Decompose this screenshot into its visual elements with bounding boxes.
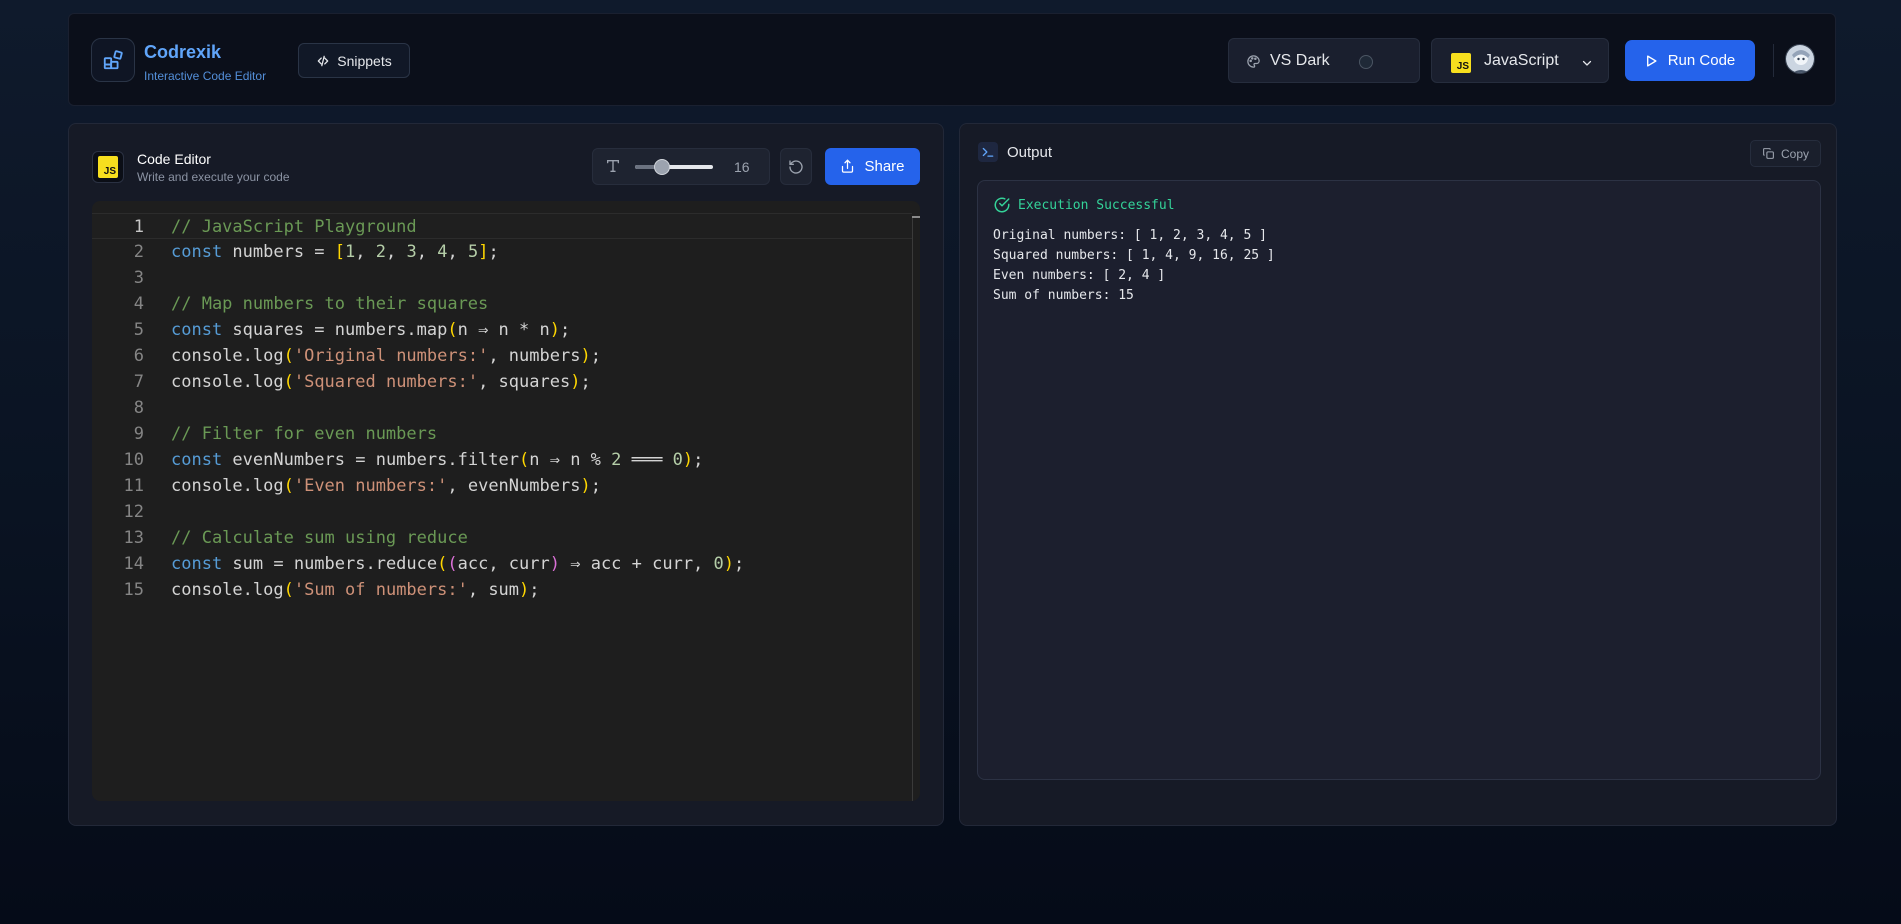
text-size-icon	[607, 160, 619, 172]
code-line[interactable]: 12	[92, 499, 912, 525]
code-editor[interactable]: 1 // JavaScript Playground 2 const numbers …	[92, 201, 920, 801]
line-number: 6	[133, 346, 144, 366]
terminal-icon	[982, 147, 994, 157]
code-line[interactable]: 1 // JavaScript Playground	[92, 213, 912, 239]
code-line[interactable]: 3	[92, 265, 912, 291]
code-line[interactable]: 10 const evenNumbers = numbers.filter(n ⇒…	[92, 447, 912, 473]
language-label: JavaScript	[1484, 52, 1559, 69]
line-number: 8	[133, 398, 144, 418]
avatar[interactable]	[1785, 44, 1815, 74]
line-number: 12	[123, 502, 144, 522]
code-line[interactable]: 13 // Calculate sum using reduce	[92, 525, 912, 551]
line-number: 2	[133, 242, 144, 262]
line-number: 9	[133, 424, 144, 444]
snippets-button[interactable]: Snippets	[298, 43, 410, 78]
reset-icon	[789, 159, 803, 174]
line-number: 4	[133, 294, 144, 314]
run-code-label: Run Code	[1667, 52, 1736, 69]
copy-icon	[1763, 148, 1774, 159]
font-size-slider[interactable]	[635, 159, 713, 175]
app-logo[interactable]	[91, 38, 135, 82]
code-line[interactable]: 2 const numbers = [1, 2, 3, 4, 5];	[92, 239, 912, 265]
reset-code-button[interactable]	[780, 148, 812, 185]
top-header: Codrexik Interactive Code Editor Snippet…	[68, 13, 1836, 106]
run-code-button[interactable]: Run Code	[1625, 40, 1755, 81]
terminal-icon-wrap	[978, 142, 998, 162]
line-number: 13	[123, 528, 144, 548]
play-icon	[1646, 54, 1657, 67]
grid-blocks-icon	[103, 50, 123, 70]
code-text: const numbers = [1, 2, 3, 4, 5];	[171, 242, 499, 262]
theme-select[interactable]: VS Dark	[1228, 38, 1420, 83]
line-number: 15	[123, 580, 144, 600]
code-line[interactable]: 6 console.log('Original numbers:', number…	[92, 343, 912, 369]
execution-status: Execution Successful	[993, 196, 1175, 214]
code-scrollbar-thumb[interactable]	[912, 216, 920, 218]
share-label: Share	[864, 158, 905, 175]
line-number: 11	[123, 476, 144, 496]
user-avatar-icon	[1786, 45, 1814, 73]
code-text: const squares = numbers.map(n ⇒ n * n);	[171, 320, 571, 340]
language-select[interactable]: JS JavaScript	[1431, 38, 1609, 83]
javascript-logo-icon: JS	[98, 156, 118, 178]
code-text: const sum = numbers.reduce((acc, curr) ⇒…	[171, 554, 745, 574]
line-number: 5	[133, 320, 144, 340]
output-line: Original numbers: [ 1, 2, 3, 4, 5 ]	[993, 228, 1267, 243]
javascript-logo-icon: JS	[1451, 53, 1471, 73]
code-line[interactable]: 15 console.log('Sum of numbers:', sum);	[92, 577, 912, 603]
share-button[interactable]: Share	[825, 148, 920, 185]
code-line[interactable]: 8	[92, 395, 912, 421]
code-line[interactable]: 4 // Map numbers to their squares	[92, 291, 912, 317]
code-editor-panel: JS Code Editor Write and execute your co…	[68, 123, 944, 826]
header-divider	[1773, 44, 1774, 77]
code-text: console.log('Squared numbers:', squares)…	[171, 372, 591, 392]
check-circle-icon	[994, 197, 1010, 213]
output-line: Squared numbers: [ 1, 4, 9, 16, 25 ]	[993, 248, 1275, 263]
code-icon	[317, 55, 329, 66]
code-line[interactable]: 5 const squares = numbers.map(n ⇒ n * n);	[92, 317, 912, 343]
line-number: 1	[133, 217, 144, 237]
line-number: 3	[133, 268, 144, 288]
output-line: Sum of numbers: 15	[993, 288, 1134, 303]
code-scrollbar[interactable]	[912, 216, 913, 801]
snippets-label: Snippets	[337, 52, 392, 69]
font-size-value: 16	[734, 159, 750, 175]
copy-output-button[interactable]: Copy	[1750, 140, 1821, 167]
editor-title: Code Editor	[137, 151, 211, 167]
output-console: Execution Successful Original numbers: […	[977, 180, 1821, 780]
code-line[interactable]: 14 const sum = numbers.reduce((acc, curr)…	[92, 551, 912, 577]
output-title: Output	[1007, 144, 1053, 161]
code-text: // Map numbers to their squares	[171, 294, 489, 314]
code-text: // Filter for even numbers	[171, 424, 438, 444]
code-text: // Calculate sum using reduce	[171, 528, 468, 548]
code-text: console.log('Even numbers:', evenNumbers…	[171, 476, 601, 496]
code-text: console.log('Sum of numbers:', sum);	[171, 580, 540, 600]
code-text: console.log('Original numbers:', numbers…	[171, 346, 601, 366]
theme-label: VS Dark	[1270, 52, 1330, 69]
palette-icon	[1247, 55, 1260, 68]
output-panel: Output Copy Execution Successful Origina…	[959, 123, 1837, 826]
code-line[interactable]: 9 // Filter for even numbers	[92, 421, 912, 447]
code-text: const evenNumbers = numbers.filter(n ⇒ n…	[171, 450, 704, 470]
code-line[interactable]: 11 console.log('Even numbers:', evenNumbe…	[92, 473, 912, 499]
chevron-down-icon	[1582, 60, 1592, 66]
font-size-control: 16	[592, 148, 770, 185]
copy-label: Copy	[1780, 146, 1809, 161]
editor-language-icon: JS	[92, 151, 124, 183]
line-number: 10	[123, 450, 144, 470]
share-icon	[842, 159, 854, 173]
code-text: // JavaScript Playground	[171, 217, 417, 237]
line-number: 7	[133, 372, 144, 392]
brand-name: Codrexik	[144, 42, 222, 62]
brand-subtitle: Interactive Code Editor	[144, 69, 267, 83]
editor-subtitle: Write and execute your code	[137, 170, 290, 184]
execution-status-text: Execution Successful	[1018, 197, 1175, 213]
theme-swatch	[1359, 55, 1373, 69]
line-number: 14	[123, 554, 144, 574]
output-line: Even numbers: [ 2, 4 ]	[993, 268, 1166, 283]
font-size-slider-thumb[interactable]	[654, 159, 671, 175]
code-line[interactable]: 7 console.log('Squared numbers:', squares…	[92, 369, 912, 395]
